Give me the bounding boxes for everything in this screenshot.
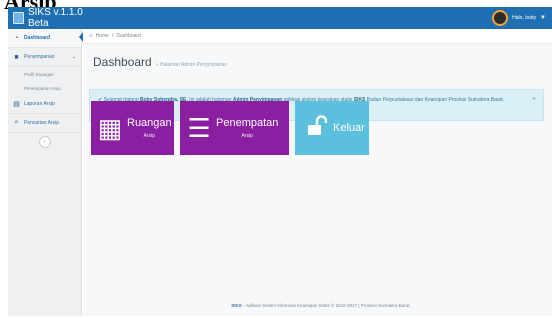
app-title: SIKS v.1.1.0 Beta bbox=[27, 7, 83, 29]
page-title-text: Dashboard bbox=[93, 55, 152, 69]
page-subtitle: » Halaman Admin Penyimpanan bbox=[155, 62, 228, 68]
breadcrumb-current: Dashboard bbox=[116, 33, 141, 39]
home-icon: ⌂ bbox=[89, 33, 93, 39]
dashboard-icon: ◔ bbox=[14, 34, 19, 42]
tile-text: Penempatan Arsip bbox=[216, 117, 278, 139]
search-icon: ⌕ bbox=[14, 119, 19, 126]
keluar-tile[interactable]: Keluar bbox=[295, 101, 369, 155]
sidebar-item-pencarian[interactable]: ⌕ Pencarian Arsip bbox=[8, 114, 81, 133]
breadcrumb-separator: / bbox=[111, 33, 114, 39]
caret-down-icon: ▼ bbox=[540, 15, 546, 21]
list-icon: ☰ bbox=[187, 113, 211, 143]
sidebar-item-laporan[interactable]: ▤ Laporan Arsip bbox=[8, 95, 81, 114]
sidebar-item-penyimpanan[interactable]: ■ Penyimpanan ⌄ bbox=[8, 48, 81, 67]
footer-app: SIKS bbox=[231, 303, 242, 308]
sidebar-item-label: Penyimpanan bbox=[24, 54, 55, 60]
breadcrumb-home[interactable]: Home bbox=[96, 33, 109, 39]
report-icon: ▤ bbox=[13, 101, 20, 108]
brand[interactable]: SIKS v.1.1.0 Beta bbox=[8, 7, 98, 29]
sidebar: ◔ Dashboard ■ Penyimpanan ⌄ Profil Ruang… bbox=[8, 29, 82, 316]
building-icon: ▦ bbox=[97, 113, 123, 143]
penempatan-arsip-tile[interactable]: ☰ Penempatan Arsip bbox=[180, 101, 289, 155]
tile-sublabel: Arsip bbox=[143, 133, 156, 139]
tile-label: Ruangan bbox=[127, 117, 172, 129]
sidebar-item-label: Laporan Arsip bbox=[24, 101, 55, 107]
sidebar-item-label: Dashboard bbox=[24, 35, 51, 41]
user-avatar-icon bbox=[492, 10, 509, 26]
chevron-down-icon: ⌄ bbox=[71, 54, 76, 60]
user-menu[interactable]: Halo, boby ▼ bbox=[492, 9, 546, 27]
app-logo-icon bbox=[13, 12, 24, 24]
close-icon[interactable]: × bbox=[532, 96, 536, 104]
collapse-icon[interactable]: ‹ bbox=[38, 136, 51, 148]
sidebar-item-label: Pencarian Arsip bbox=[24, 120, 60, 126]
tile-label: Keluar bbox=[333, 122, 365, 134]
tile-text: Keluar bbox=[333, 122, 365, 134]
alert-suffix: Badan Perpustakaan dan Kearsipan Provins… bbox=[366, 97, 505, 103]
footer-text: - Aplikasi Sistem Informasi Kearsipan St… bbox=[242, 303, 411, 308]
footer: SIKS - Aplikasi Sistem Informasi Kearsip… bbox=[90, 303, 552, 313]
ruangan-arsip-tile[interactable]: ▦ Ruangan Arsip bbox=[91, 101, 174, 155]
top-navbar: SIKS v.1.1.0 Beta Halo, boby ▼ bbox=[8, 7, 552, 29]
user-greeting: Halo, boby bbox=[512, 15, 537, 21]
unlock-svg bbox=[308, 115, 328, 135]
tile-label: Penempatan bbox=[216, 117, 279, 129]
unlock-icon bbox=[303, 115, 329, 141]
sidebar-subitem-penempatan-arsip[interactable]: Penempatan Arsip bbox=[8, 81, 81, 95]
tile-text: Ruangan Arsip bbox=[127, 117, 172, 139]
sidebar-subitem-profil-ruangan[interactable]: Profil Ruangan bbox=[8, 67, 81, 81]
breadcrumb: ⌂ Home / Dashboard bbox=[83, 29, 552, 44]
sidebar-item-dashboard[interactable]: ◔ Dashboard bbox=[8, 29, 81, 48]
main-content: ⌂ Home / Dashboard Dashboard » Halaman A… bbox=[83, 29, 552, 316]
archive-icon: ■ bbox=[14, 53, 19, 61]
tile-sublabel: Arsip bbox=[241, 133, 253, 139]
page-title: Dashboard » Halaman Admin Penyimpanan bbox=[93, 55, 227, 69]
